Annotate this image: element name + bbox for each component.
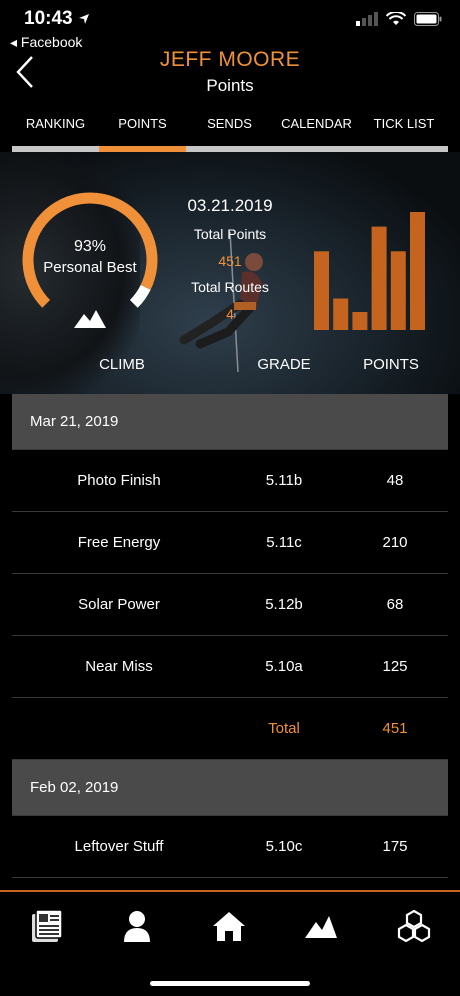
home-button[interactable]: [211, 908, 247, 944]
news-icon: [32, 909, 63, 942]
column-points: POINTS: [363, 356, 419, 373]
climb-grade: 5.11c: [266, 534, 302, 551]
table-row[interactable]: Near Miss 5.10a 125: [12, 636, 448, 698]
table-row[interactable]: Leftover Stuff 5.10c 175: [12, 816, 448, 878]
column-climb: CLIMB: [99, 356, 145, 373]
tab-calendar[interactable]: CALENDAR: [273, 116, 360, 131]
climb-points: 175: [382, 838, 408, 855]
tab-tick-list[interactable]: TICK LIST: [360, 116, 448, 131]
page-subtitle: Points: [206, 76, 254, 95]
section-header: Feb 02, 2019: [12, 760, 448, 816]
tab-sends[interactable]: SENDS: [186, 116, 273, 131]
chart-bar: [333, 298, 349, 330]
tab-bar: RANKING POINTS SENDS CALENDAR TICK LIST: [12, 110, 448, 152]
chart-bar: [390, 251, 406, 330]
user-name-title: JEFF MOORE: [159, 48, 301, 71]
community-button[interactable]: [396, 908, 432, 944]
climb-grade: 5.12b: [265, 596, 303, 613]
climb-points: 125: [382, 658, 408, 675]
chart-bar: [352, 312, 368, 330]
climb-name: Photo Finish: [77, 472, 161, 489]
total-points-value: 451: [218, 253, 242, 269]
column-grade: GRADE: [257, 356, 311, 373]
hexagons-icon: [397, 909, 431, 943]
gauge-label: Personal Best: [43, 259, 137, 276]
total-routes-value: 4: [226, 306, 234, 322]
climb-name: Solar Power: [78, 596, 160, 613]
chart-bar: [314, 251, 329, 330]
table-row[interactable]: Photo Finish 5.11b 48: [12, 450, 448, 512]
profile-button[interactable]: [119, 908, 155, 944]
tab-ranking[interactable]: RANKING: [12, 116, 99, 131]
status-icons: [356, 12, 442, 26]
total-routes-label: Total Routes: [191, 279, 269, 295]
total-value: 451: [382, 720, 408, 737]
home-indicator: [150, 981, 310, 986]
signal-icon: [356, 12, 378, 26]
location-arrow-icon: [78, 13, 89, 24]
tab-points[interactable]: POINTS: [99, 116, 186, 131]
profile-icon: [124, 911, 150, 942]
climb-points: 48: [386, 472, 404, 489]
climb-name: Near Miss: [85, 658, 153, 675]
total-label: Total: [268, 720, 300, 737]
table-row[interactable]: Free Energy 5.11c 210: [12, 512, 448, 574]
home-icon: [213, 912, 245, 941]
total-row: Total 451: [12, 698, 448, 760]
climb-grade: 5.11b: [265, 472, 303, 489]
summary-date: 03.21.2019: [187, 196, 273, 215]
bottom-tab-bar: [0, 890, 460, 996]
gauge-percent: 93%: [73, 238, 107, 255]
climb-name: Free Energy: [77, 534, 161, 551]
climb-points: 210: [382, 534, 408, 551]
section-date: Feb 02, 2019: [30, 779, 119, 796]
climb-name: Leftover Stuff: [74, 838, 164, 855]
column-headers: CLIMB GRADE POINTS: [0, 356, 460, 380]
chart-bar: [371, 226, 387, 330]
points-list: Mar 21, 2019 Photo Finish 5.11b 48 Free …: [12, 394, 448, 878]
section-header: Mar 21, 2019: [12, 394, 448, 450]
battery-icon: [414, 12, 442, 26]
section-date: Mar 21, 2019: [30, 413, 119, 430]
mountain-icon: [305, 916, 337, 938]
climbs-button[interactable]: [303, 908, 339, 944]
wifi-icon: [386, 12, 406, 25]
chart-bar: [410, 212, 425, 330]
mountain-icon: [74, 310, 106, 328]
points-bar-chart: [314, 212, 425, 330]
table-row[interactable]: Solar Power 5.12b 68: [12, 574, 448, 636]
header: JEFF MOORE Points: [0, 40, 460, 106]
climb-grade: 5.10c: [265, 838, 303, 855]
status-time: 10:43: [24, 8, 90, 30]
climb-points: 68: [386, 596, 404, 613]
total-points-label: Total Points: [193, 226, 267, 242]
climb-grade: 5.10a: [265, 658, 303, 675]
news-button[interactable]: [28, 908, 64, 944]
